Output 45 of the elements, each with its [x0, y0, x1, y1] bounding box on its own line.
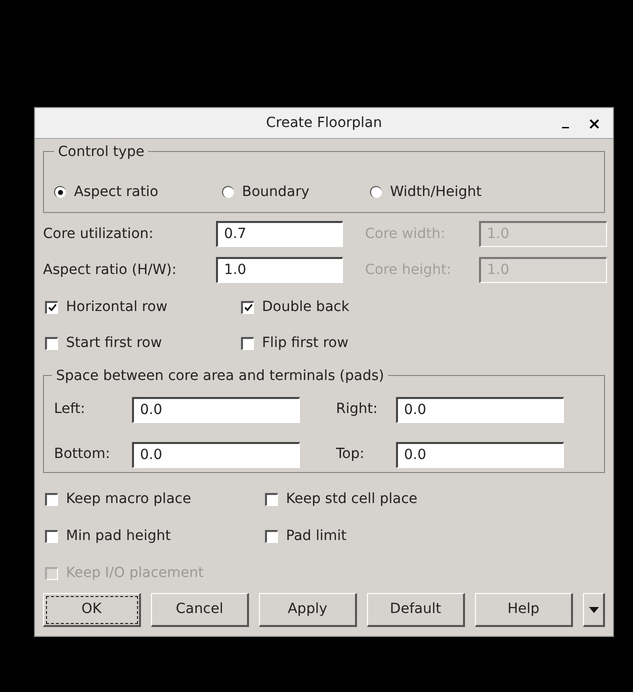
field-label: Bottom: — [54, 445, 112, 464]
checkbox[interactable] — [45, 530, 58, 542]
checkbox-label: Horizontal row — [66, 298, 168, 316]
caret-icon — [588, 606, 598, 612]
input-field[interactable]: 0.7 — [216, 221, 343, 247]
radio-label: Boundary — [242, 182, 310, 202]
dialog-button[interactable]: Help — [475, 593, 573, 627]
checkbox-label: Double back — [262, 298, 350, 316]
checkbox[interactable] — [45, 492, 58, 506]
dialog-button[interactable]: OK — [43, 593, 141, 627]
checkbox-label: Min pad height — [66, 526, 171, 546]
input-field[interactable]: 0.0 — [132, 442, 300, 468]
checkbox-label: Keep std cell place — [286, 490, 418, 508]
checkbox[interactable] — [45, 300, 58, 314]
radio-button[interactable] — [222, 186, 234, 198]
checkbox[interactable] — [241, 300, 254, 314]
radio-button[interactable] — [54, 186, 66, 198]
field-label: Top: — [336, 445, 366, 464]
field-label: Left: — [54, 400, 86, 419]
checkbox[interactable] — [265, 492, 278, 506]
field-label: Core utilization: — [43, 224, 154, 244]
input-field[interactable]: 1.0 — [216, 257, 343, 283]
dialog-button[interactable]: Cancel — [151, 593, 249, 627]
checkbox[interactable] — [45, 336, 58, 350]
checkbox[interactable] — [241, 336, 254, 350]
radio-label: Width/Height — [390, 182, 482, 202]
input-field[interactable]: 0.0 — [132, 396, 300, 422]
dialog-button[interactable]: Default — [367, 593, 465, 627]
field-label: Aspect ratio (H/W): — [43, 260, 178, 280]
window-title: Create Floorplan — [266, 114, 382, 132]
checkbox-label: Keep I/O placement — [66, 564, 204, 582]
input-field[interactable]: 0.0 — [396, 442, 564, 468]
checkbox-label: Start first row — [66, 334, 162, 352]
radio-label: Aspect ratio — [74, 182, 158, 202]
input-field[interactable]: 0.0 — [396, 396, 564, 422]
radio-button[interactable] — [370, 186, 382, 198]
close-button[interactable]: × — [588, 112, 601, 136]
checkbox-label: Pad limit — [286, 526, 347, 546]
checkbox-label: Keep macro place — [66, 490, 192, 508]
field-label: Right: — [336, 400, 379, 419]
minimize-button[interactable]: _ — [562, 111, 569, 132]
checkbox[interactable] — [265, 530, 278, 542]
dialog-button[interactable]: Apply — [259, 593, 357, 627]
checkbox-label: Flip first row — [262, 334, 348, 352]
dropdown-button[interactable] — [583, 593, 605, 627]
